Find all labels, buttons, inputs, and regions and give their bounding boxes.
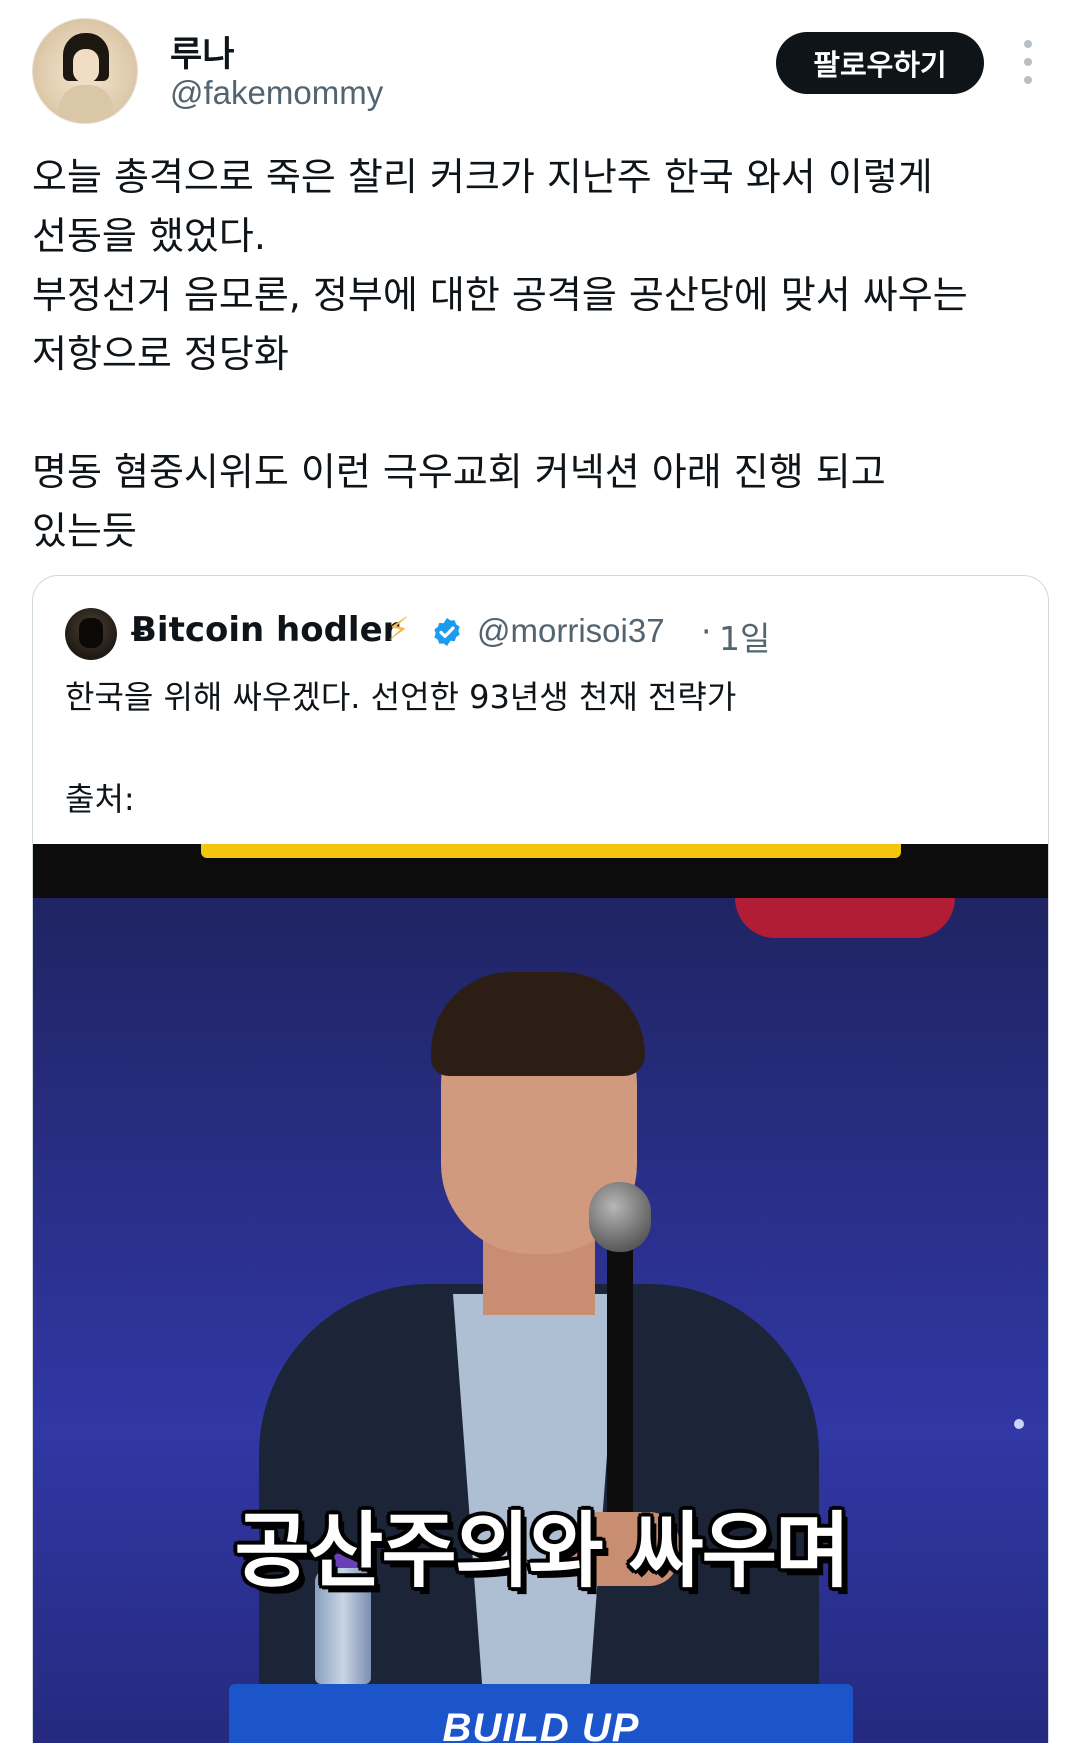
meta-separator: ·: [701, 612, 712, 651]
video-caption: 공산주의와 싸우며: [234, 1504, 850, 1599]
quoted-video-frame[interactable]: BUILD UP 공산주의와 싸우며: [33, 844, 1048, 1743]
quoted-author-display-name[interactable]: Ƀitcoin hodler: [131, 610, 399, 650]
quoted-tweet-card[interactable]: Ƀitcoin hodler ⚡ @morrisoi37 · 1일 한국을 위해…: [32, 575, 1049, 1743]
podium-logo-text: BUILD UP: [442, 1706, 640, 1743]
more-dot: [1024, 76, 1032, 84]
author-display-name[interactable]: 루나: [170, 26, 234, 77]
stage-spotlight: [1014, 1419, 1024, 1429]
quoted-author-handle[interactable]: @morrisoi37: [477, 612, 665, 650]
author-avatar[interactable]: [32, 18, 138, 124]
follow-button[interactable]: 팔로우하기: [776, 32, 984, 94]
video-top-strip: [33, 844, 1048, 898]
quoted-author-avatar[interactable]: [65, 608, 117, 660]
microphone-head: [589, 1182, 651, 1252]
avatar-face: [73, 49, 99, 83]
avatar-body: [59, 85, 113, 123]
top-banner: [201, 844, 901, 858]
more-dot: [1024, 58, 1032, 66]
tweet-text: 오늘 총격으로 죽은 찰리 커크가 지난주 한국 와서 이렇게 선동을 했었다.…: [32, 155, 968, 553]
verified-badge-icon: [434, 618, 460, 646]
quoted-tweet-text: 한국을 위해 싸우겠다. 선언한 93년생 천재 전략가 출처:: [65, 678, 737, 818]
more-vertical-icon[interactable]: [1016, 40, 1040, 84]
stage-light: [735, 898, 955, 938]
lightning-icon: ⚡: [387, 610, 410, 648]
more-dot: [1024, 40, 1032, 48]
author-handle[interactable]: @fakemommy: [170, 74, 383, 112]
podium: BUILD UP: [229, 1684, 853, 1743]
quoted-timestamp[interactable]: 1일: [719, 612, 770, 660]
